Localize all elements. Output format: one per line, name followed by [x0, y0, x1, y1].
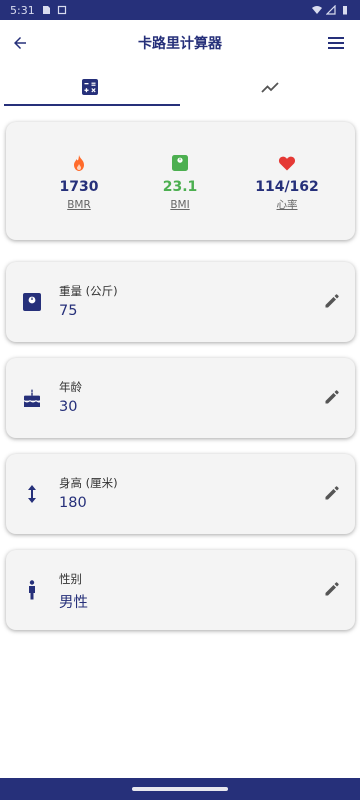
- tab-trend[interactable]: [180, 66, 360, 108]
- gender-label: 性别: [59, 572, 82, 586]
- calculator-icon: [82, 79, 98, 95]
- status-bar: 5:31: [0, 0, 360, 20]
- home-gesture-handle[interactable]: [132, 787, 228, 791]
- menu-icon[interactable]: [324, 31, 348, 55]
- bmi-value: 23.1: [162, 179, 198, 195]
- page-title: 卡路里计算器: [138, 36, 222, 52]
- heart-rate-value: 114/162: [255, 179, 319, 195]
- bmi-stat[interactable]: 23.1 BMI: [130, 154, 230, 212]
- edit-pencil-icon[interactable]: [323, 388, 341, 406]
- gender-value: 男性: [59, 595, 88, 611]
- flame-icon: [74, 155, 84, 171]
- wifi-icon: [312, 6, 322, 14]
- person-icon: [29, 580, 35, 600]
- heart-rate-stat[interactable]: 114/162 心率: [237, 154, 337, 212]
- bmr-label: BMR: [67, 199, 91, 211]
- height-value: 180: [59, 495, 87, 511]
- app-bar: 卡路里计算器: [0, 20, 360, 66]
- stats-card: 1730 BMR 23.1 BMI 114/162 心率: [6, 122, 355, 240]
- weight-label: 重量 (公斤): [59, 284, 118, 298]
- weight-field[interactable]: 重量 (公斤) 75: [6, 262, 355, 342]
- scale-weight-icon: [23, 293, 41, 311]
- height-label: 身高 (厘米): [59, 476, 118, 490]
- edit-pencil-icon[interactable]: [323, 484, 341, 502]
- tab-bar: [0, 66, 360, 108]
- bmr-stat[interactable]: 1730 BMR: [29, 154, 129, 212]
- scale-icon: [172, 155, 188, 171]
- bmr-value: 1730: [59, 179, 99, 195]
- status-time: 5:31: [10, 3, 35, 17]
- height-arrows-icon: [28, 485, 36, 503]
- gender-field[interactable]: 性别 男性: [6, 550, 355, 630]
- notification-icon: [57, 5, 66, 15]
- trending-icon: [261, 82, 279, 93]
- bmi-label: BMI: [170, 199, 190, 211]
- height-field[interactable]: 身高 (厘米) 180: [6, 454, 355, 534]
- back-arrow-icon[interactable]: [8, 31, 32, 55]
- tab-calculator[interactable]: [0, 66, 180, 108]
- signal-icon: [326, 5, 336, 15]
- battery-icon: [343, 6, 347, 15]
- system-nav-bar: [0, 778, 360, 800]
- weight-value: 75: [59, 303, 78, 319]
- sd-card-icon: [42, 6, 50, 14]
- age-label: 年龄: [59, 380, 82, 394]
- edit-pencil-icon[interactable]: [323, 292, 341, 310]
- heart-rate-label: 心率: [276, 199, 298, 211]
- heart-icon: [278, 156, 296, 171]
- cake-icon: [23, 389, 41, 407]
- age-field[interactable]: 年龄 30: [6, 358, 355, 438]
- age-value: 30: [59, 399, 78, 415]
- edit-pencil-icon[interactable]: [323, 580, 341, 598]
